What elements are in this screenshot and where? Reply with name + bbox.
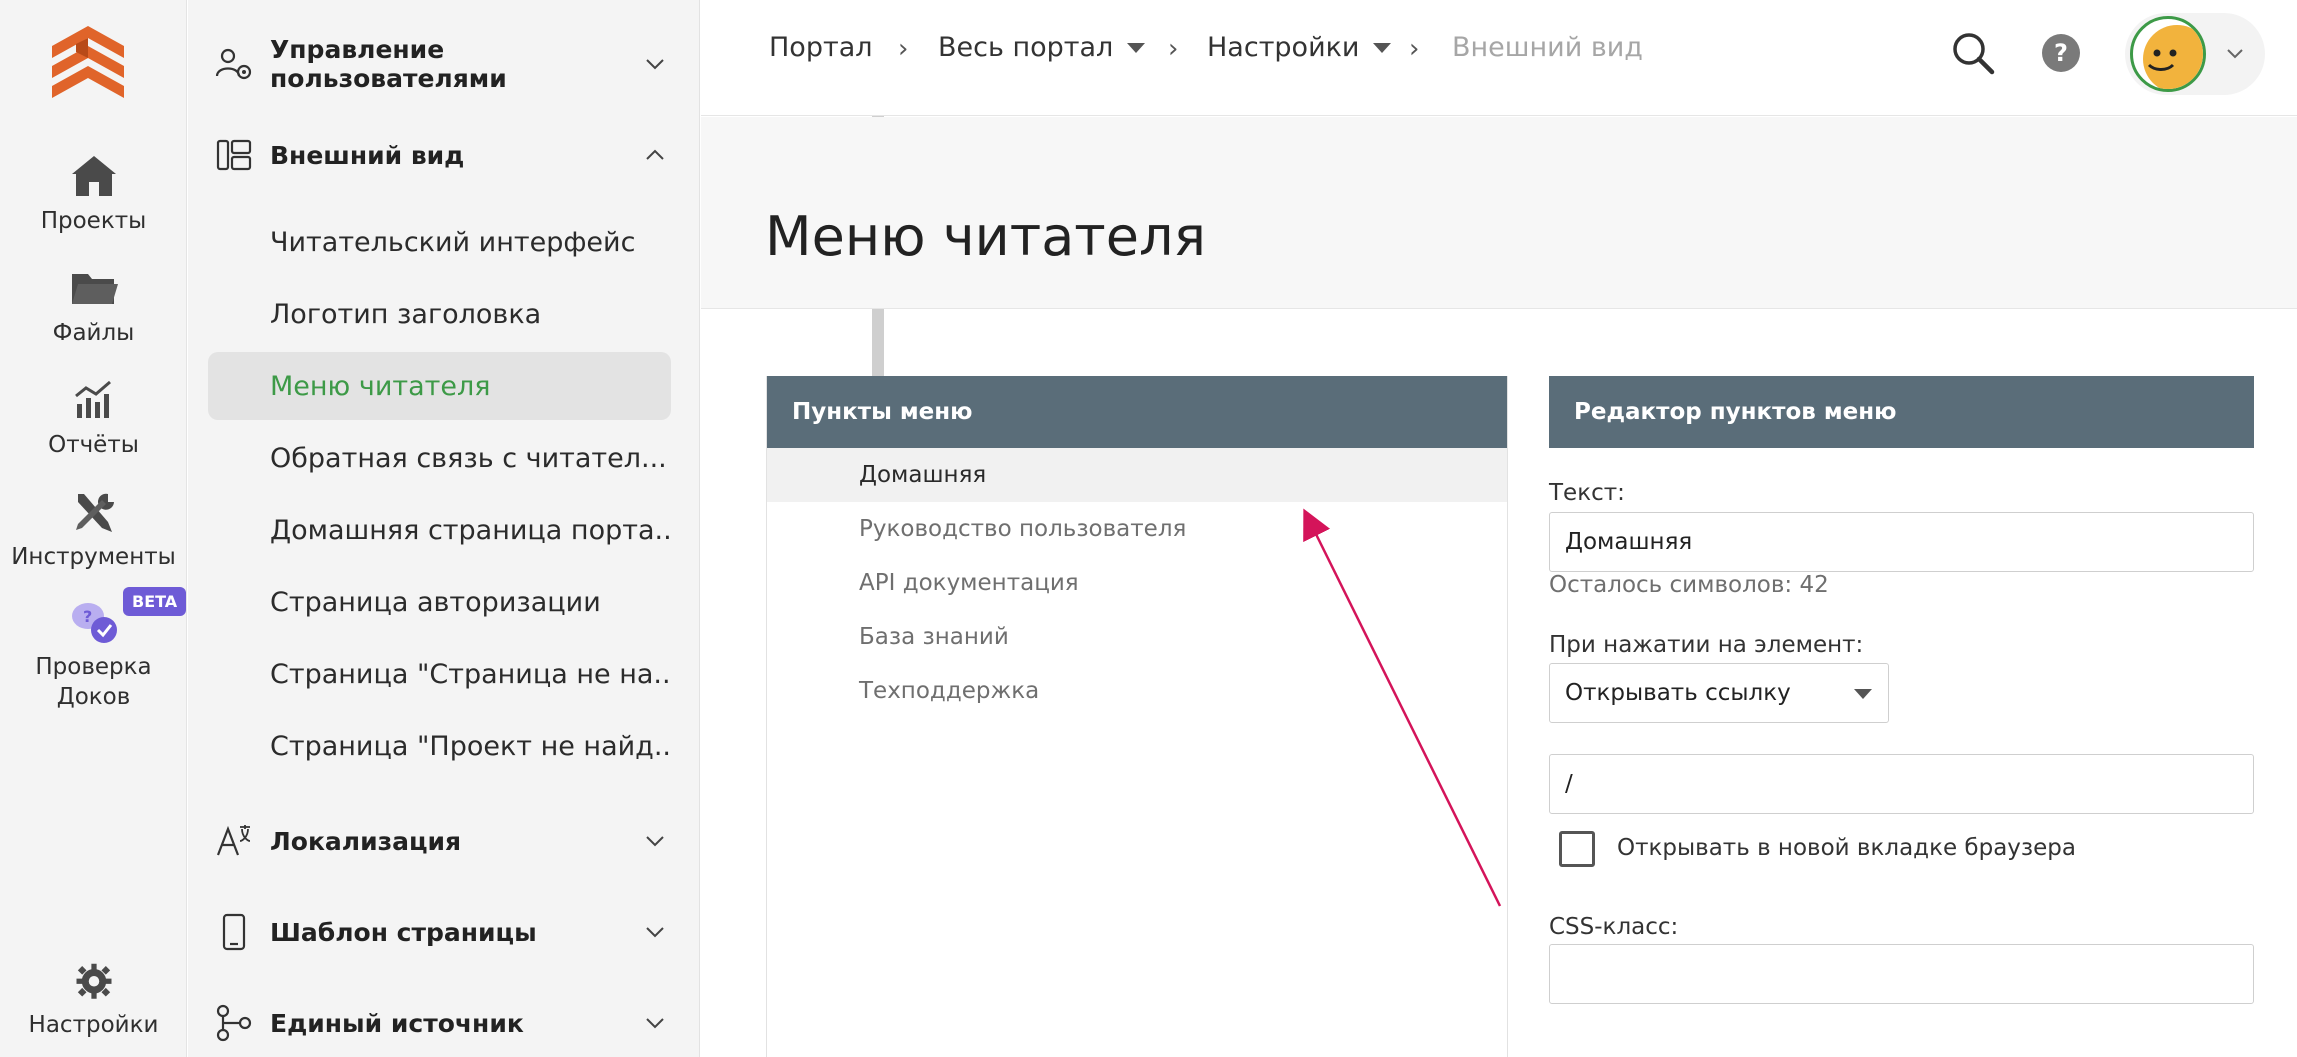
menu-items-panel-title: Пункты меню	[767, 376, 1507, 448]
app-rail: Проекты Файлы Отчёты Инструменты ? Прове…	[0, 0, 187, 1057]
on-click-select-value: Открывать ссылку	[1565, 680, 1791, 706]
nav-group-label: Внешний вид	[270, 140, 465, 170]
chevron-down-icon	[646, 59, 664, 70]
link-field[interactable]: /	[1549, 754, 2254, 814]
breadcrumb-settings[interactable]: Настройки	[1207, 32, 1392, 63]
reports-chart-icon	[74, 380, 111, 418]
nav-item-auth-page[interactable]: Страница авторизации	[208, 568, 671, 636]
appearance-icon	[216, 139, 252, 171]
caret-down-icon	[1854, 689, 1872, 699]
rail-tools-label: Инструменты	[11, 544, 176, 570]
nav-group-user-management[interactable]: Управление пользователями	[188, 29, 688, 99]
folder-icon	[71, 274, 118, 304]
nav-item-portal-home[interactable]: Домашняя страница порта...	[208, 496, 671, 564]
nav-item-project-not-found-page[interactable]: Страница "Проект не найд...	[208, 712, 671, 780]
single-source-icon	[216, 1004, 252, 1042]
rail-reports-label: Отчёты	[48, 432, 139, 458]
breadcrumb-separator: ›	[1168, 34, 1179, 64]
breadcrumb-separator: ›	[898, 34, 909, 64]
avatar	[2130, 16, 2206, 92]
caret-down-icon	[1127, 42, 1146, 53]
chevron-down-icon	[646, 836, 664, 847]
beta-badge: BETA	[123, 587, 187, 616]
nav-group-localization[interactable]: Локализация	[188, 806, 688, 876]
rail-files-label: Файлы	[52, 320, 135, 346]
search-icon[interactable]	[1950, 30, 1996, 76]
text-field[interactable]: Домашняя	[1549, 512, 2254, 572]
rail-tools[interactable]: Инструменты	[0, 488, 187, 572]
rail-settings[interactable]: Настройки	[0, 962, 187, 1040]
text-field-label: Текст:	[1549, 480, 1625, 506]
title-band: Меню читателя	[701, 117, 2297, 309]
new-tab-label: Открывать в новой вкладке браузера	[1617, 835, 2076, 861]
menu-item-api-docs[interactable]: API документация	[767, 556, 1507, 610]
rail-reports[interactable]: Отчёты	[0, 376, 187, 460]
breadcrumb-portal[interactable]: Портал	[769, 32, 873, 63]
breadcrumb-label: Внешний вид	[1452, 32, 1643, 63]
users-settings-icon	[215, 48, 252, 80]
menu-item-knowledge-base[interactable]: База знаний	[767, 610, 1507, 664]
phone-template-icon	[222, 913, 246, 951]
tools-icon	[75, 493, 114, 532]
chevron-down-icon	[2227, 49, 2243, 59]
on-click-label: При нажатии на элемент:	[1549, 632, 1864, 658]
nav-group-label: Локализация	[270, 826, 462, 856]
nav-item-reader-feedback[interactable]: Обратная связь с читател...	[208, 424, 671, 492]
menu-items-panel: Пункты меню Домашняя Руководство пользов…	[766, 376, 1508, 1057]
help-icon[interactable]: ?	[2042, 34, 2080, 72]
rail-settings-label: Настройки	[28, 1012, 159, 1038]
css-class-field[interactable]	[1549, 944, 2254, 1004]
editor-panel-title: Редактор пунктов меню	[1549, 376, 2254, 448]
caret-down-icon	[1373, 42, 1392, 53]
css-class-label: CSS-класс:	[1549, 914, 1679, 940]
rail-files[interactable]: Файлы	[0, 264, 187, 348]
on-click-select[interactable]: Открывать ссылку	[1549, 663, 1889, 723]
nav-item-not-found-page[interactable]: Страница "Страница не на...	[208, 640, 671, 708]
new-tab-checkbox[interactable]	[1559, 831, 1595, 867]
breadcrumb-whole-portal[interactable]: Весь портал	[938, 32, 1146, 63]
chars-left-hint: Осталось символов: 42	[1549, 572, 1829, 598]
menu-item-support[interactable]: Техподдержка	[767, 664, 1507, 718]
svg-text:?: ?	[83, 607, 92, 626]
rail-doc-check-label: Проверка Доков	[35, 654, 152, 710]
nav-group-page-template[interactable]: Шаблон страницы	[188, 897, 688, 967]
gear-icon	[76, 963, 111, 999]
home-icon	[71, 156, 116, 196]
rail-projects[interactable]: Проекты	[0, 152, 187, 236]
breadcrumb-label: Весь портал	[938, 32, 1114, 63]
rail-projects-label: Проекты	[40, 208, 147, 234]
page-title: Меню читателя	[765, 205, 1206, 268]
breadcrumb-label: Портал	[769, 32, 873, 63]
nav-item-reader-menu[interactable]: Меню читателя	[208, 352, 671, 420]
doc-check-chat-icon: ?	[71, 603, 117, 643]
nav-group-label: Единый источник	[270, 1008, 524, 1038]
nav-group-appearance[interactable]: Внешний вид	[188, 120, 688, 190]
nav-group-label: Управление пользователями	[270, 35, 507, 93]
breadcrumb-separator: ›	[1409, 34, 1420, 64]
menu-item-home[interactable]: Домашняя	[767, 448, 1507, 502]
chevron-up-icon	[646, 149, 664, 160]
breadcrumb-appearance: Внешний вид	[1452, 32, 1643, 63]
user-menu[interactable]	[2125, 13, 2265, 95]
avatar-face-icon	[2143, 25, 2203, 89]
nav-item-reader-interface[interactable]: Читательский интерфейс	[208, 208, 671, 276]
breadcrumb-label: Настройки	[1207, 32, 1360, 63]
nav-group-label: Шаблон страницы	[270, 917, 537, 947]
chevron-down-icon	[646, 1018, 664, 1029]
settings-sidebar: Управление пользователями Внешний вид Чи…	[188, 0, 884, 1057]
menu-item-user-guide[interactable]: Руководство пользователя	[767, 502, 1507, 556]
app-logo-icon[interactable]	[48, 24, 128, 100]
menu-item-editor: Редактор пунктов меню Текст: Домашняя Ос…	[1549, 376, 2254, 1004]
nav-group-single-source[interactable]: Единый источник	[188, 988, 688, 1057]
localization-icon	[216, 825, 251, 856]
chevron-down-icon	[646, 927, 664, 938]
nav-item-header-logo[interactable]: Логотип заголовка	[208, 280, 671, 348]
